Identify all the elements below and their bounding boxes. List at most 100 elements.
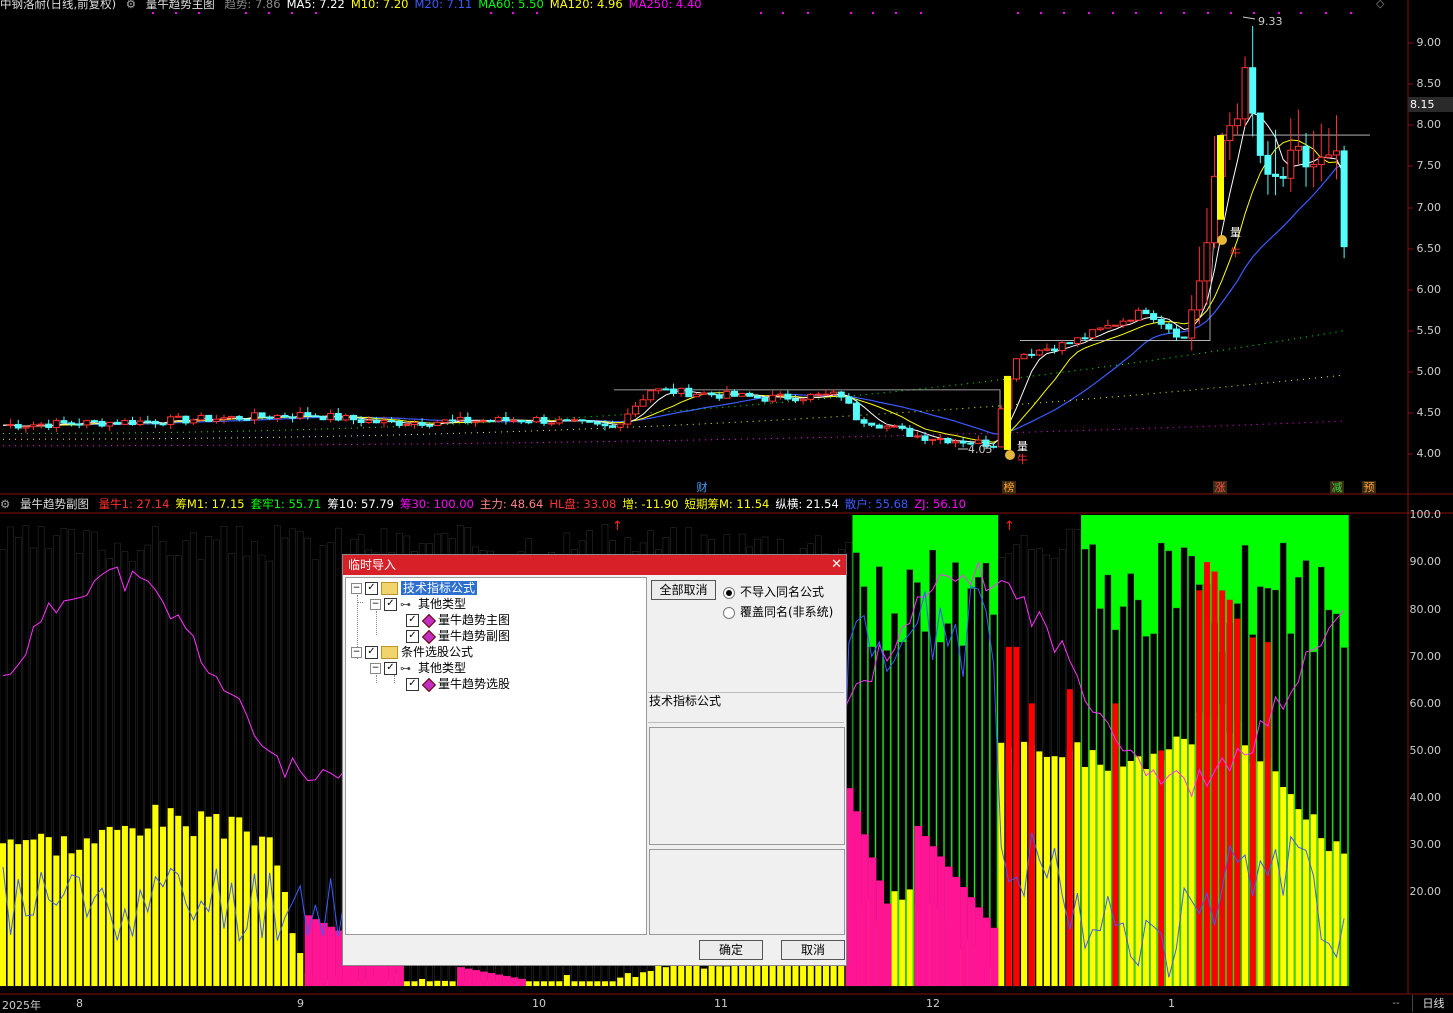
- tree-node-other-type[interactable]: − ✓ ⊶ 其他类型: [370, 596, 466, 612]
- yellow-bar: [609, 981, 616, 986]
- sub-indicator-value: 筹10: 57.79: [327, 497, 394, 511]
- candle-up: [1333, 150, 1340, 156]
- checkbox-checked-icon[interactable]: ✓: [384, 662, 397, 675]
- candle-down: [45, 423, 53, 428]
- candle-down: [235, 415, 243, 420]
- candle-up: [1203, 242, 1211, 282]
- checkbox-checked-icon[interactable]: ✓: [384, 598, 397, 611]
- ok-button[interactable]: 确定: [699, 940, 763, 960]
- yellow-bar: [1272, 771, 1279, 986]
- indicator-name[interactable]: 量牛趋势主图: [146, 0, 215, 11]
- tree-node-label: 其他类型: [418, 661, 467, 675]
- radio-icon[interactable]: [723, 606, 735, 619]
- event-marker[interactable]: 减: [1330, 481, 1344, 494]
- event-marker[interactable]: 预: [1362, 481, 1376, 494]
- signal-dot: [807, 12, 809, 14]
- yellow-bar: [403, 981, 410, 986]
- candle-down: [921, 435, 929, 441]
- collapse-icon[interactable]: ◇: [1376, 0, 1384, 10]
- yellow-bar: [716, 966, 723, 986]
- tree-node-main-chart[interactable]: ✓ 量牛趋势主图: [406, 612, 510, 628]
- yellow-bar: [594, 981, 601, 986]
- candle-up: [456, 416, 464, 421]
- preview-box[interactable]: [649, 849, 845, 935]
- radio-selected-icon[interactable]: [723, 586, 735, 599]
- candle-down: [426, 424, 434, 427]
- tree-node-stock-select[interactable]: − ✓ 条件选股公式: [351, 644, 473, 660]
- price-tick-label: 4.50: [1416, 406, 1442, 419]
- yellow-bar: [1082, 766, 1089, 986]
- gear-icon[interactable]: ⚙: [126, 0, 136, 11]
- checkbox-checked-icon[interactable]: ✓: [365, 646, 378, 659]
- pink-bar: [975, 907, 983, 986]
- sub-indicator-name[interactable]: 量牛趋势副图: [20, 497, 89, 511]
- checkbox-checked-icon[interactable]: ✓: [365, 582, 378, 595]
- candle-down: [525, 421, 533, 424]
- yellow-bar: [1165, 749, 1172, 986]
- candle-up: [1287, 149, 1295, 179]
- candle-down: [1340, 150, 1348, 248]
- radio-no-import[interactable]: 不导入同名公式: [723, 583, 824, 600]
- tree-node-other-type-2[interactable]: − ✓ ⊶ 其他类型: [370, 660, 466, 676]
- tree-node-sub-chart[interactable]: ✓ 量牛趋势副图: [406, 628, 510, 644]
- yellow-bar: [678, 964, 685, 986]
- sub-indicator-value: 增: -11.90: [622, 497, 679, 511]
- event-marker[interactable]: 榜: [1002, 481, 1016, 494]
- sub-indicator-value: HL盘: 33.08: [549, 497, 617, 511]
- candle-up: [1241, 67, 1249, 120]
- formula-tree[interactable]: − ✓ 技术指标公式 − ✓ ⊶ 其他类型 ✓ 量牛趋势主图 ✓ 量牛趋势副图 − ✓ 条件选股公…: [345, 577, 647, 935]
- nav-button[interactable]: --: [1382, 995, 1410, 1012]
- yellow-bar: [114, 829, 121, 986]
- pink-bar: [853, 811, 862, 986]
- candle-down: [837, 391, 845, 398]
- candle-up: [1043, 348, 1051, 351]
- folder-icon: [381, 646, 398, 659]
- signal-dot: [536, 12, 538, 14]
- candle-up: [738, 392, 746, 397]
- main-chart-header: 中钢洛耐(日线,前复权) ⚙ 量牛趋势主图 趋势: 7.86 MA5: 7.22 M…: [0, 0, 714, 11]
- collapse-toggle-icon[interactable]: −: [351, 647, 362, 658]
- candle-down: [449, 419, 457, 422]
- candle-down: [159, 423, 167, 426]
- period-tab[interactable]: 日线: [1412, 995, 1453, 1012]
- signal-dot: [1325, 12, 1327, 14]
- yellow-bar: [1150, 753, 1157, 986]
- candle-up: [769, 394, 777, 402]
- yellow-bar: [541, 981, 548, 986]
- candle-up: [1134, 309, 1142, 321]
- candle-up: [190, 419, 197, 424]
- yellow-bar: [426, 981, 433, 986]
- red-bar: [1219, 590, 1226, 986]
- event-marker[interactable]: 涨: [1213, 481, 1227, 494]
- gear-icon[interactable]: ⚙: [0, 497, 10, 511]
- candle-up: [327, 413, 335, 421]
- signal-dot: [782, 12, 784, 14]
- tree-node-stock-formula[interactable]: ✓ 量牛趋势选股: [406, 676, 510, 692]
- yellow-bar: [1333, 841, 1340, 986]
- checkbox-checked-icon[interactable]: ✓: [406, 630, 419, 643]
- checkbox-checked-icon[interactable]: ✓: [406, 614, 419, 627]
- yellow-bar: [1051, 756, 1058, 986]
- yellow-bar: [906, 889, 913, 986]
- candle-down: [898, 425, 906, 429]
- sub-tick-label: 20.00: [1409, 885, 1442, 898]
- close-icon[interactable]: ✕: [831, 555, 842, 575]
- event-marker[interactable]: 财: [695, 481, 709, 494]
- checkbox-checked-icon[interactable]: ✓: [406, 678, 419, 691]
- pink-bar: [990, 927, 999, 986]
- cancel-all-button[interactable]: 全部取消: [651, 580, 716, 600]
- description-box[interactable]: [649, 727, 845, 845]
- cancel-button[interactable]: 取消: [781, 940, 845, 960]
- tree-node-tech-formula[interactable]: − ✓ 技术指标公式: [351, 580, 478, 596]
- radio-overwrite[interactable]: 覆盖同名(非系统): [723, 603, 833, 620]
- collapse-toggle-icon[interactable]: −: [370, 663, 381, 674]
- collapse-toggle-icon[interactable]: −: [351, 583, 362, 594]
- dialog-titlebar[interactable]: 临时导入 ✕: [343, 555, 846, 575]
- yellow-bar: [533, 981, 540, 986]
- candle-up: [1195, 280, 1203, 311]
- signal-dot: [1278, 12, 1280, 14]
- radio-label: 覆盖同名(非系统): [740, 605, 834, 619]
- collapse-toggle-icon[interactable]: −: [370, 599, 381, 610]
- red-bar: [1066, 689, 1073, 986]
- date-tick-label: 12: [926, 997, 940, 1010]
